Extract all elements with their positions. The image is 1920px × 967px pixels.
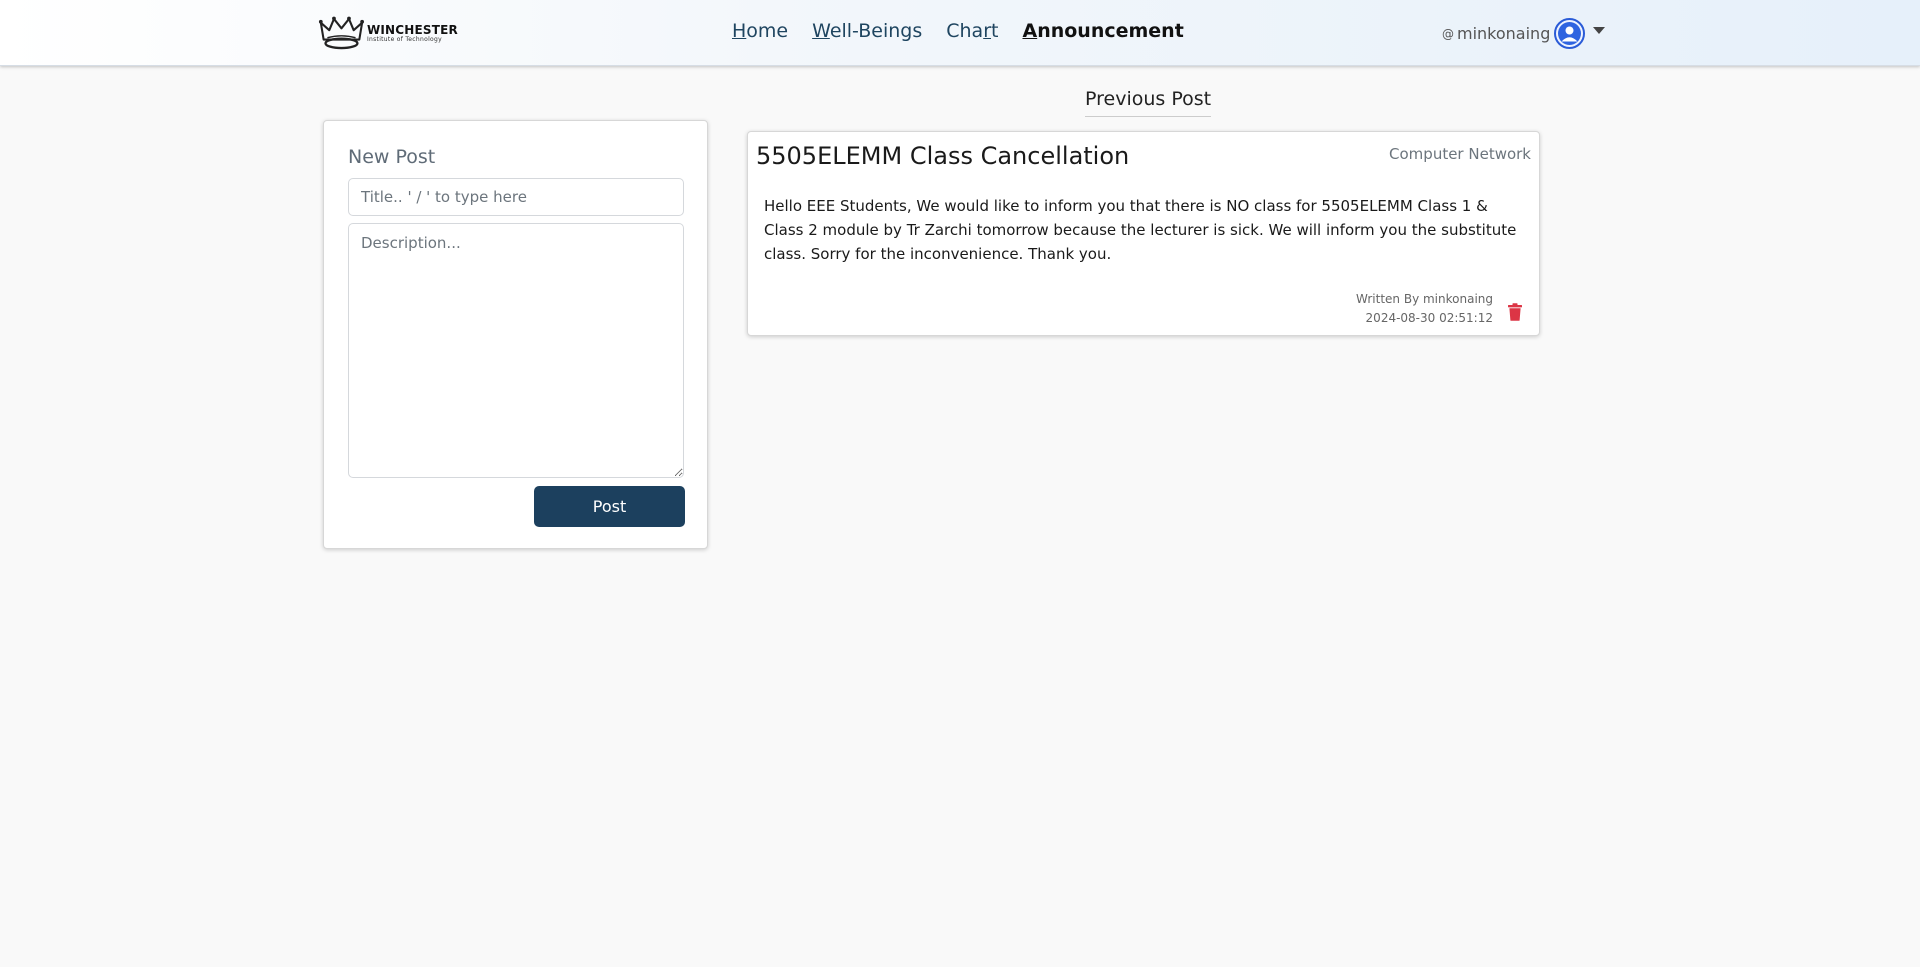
- post-card: 5505ELEMM Class Cancellation Computer Ne…: [747, 131, 1540, 336]
- chevron-down-icon[interactable]: [1593, 27, 1606, 34]
- nav-home[interactable]: Home: [732, 20, 788, 42]
- post-category: Computer Network: [1389, 145, 1531, 163]
- description-input[interactable]: [348, 223, 684, 478]
- top-navbar: WINCHESTER Institute of Technology Home …: [0, 0, 1920, 66]
- user-menu: @ minkonaing: [1442, 18, 1606, 49]
- trash-icon[interactable]: [1507, 303, 1523, 321]
- main-nav: Home Well-Beings Chart Announcement: [732, 20, 1184, 42]
- avatar[interactable]: [1554, 18, 1586, 49]
- new-post-card: New Post Post: [323, 120, 708, 549]
- nav-chart[interactable]: Chart: [946, 20, 998, 42]
- nav-announcement[interactable]: Announcement: [1022, 20, 1183, 42]
- username-label: minkonaing: [1457, 24, 1551, 43]
- post-title: 5505ELEMM Class Cancellation: [756, 142, 1130, 170]
- new-post-heading: New Post: [348, 146, 436, 168]
- brand-subtitle: Institute of Technology: [366, 35, 442, 43]
- post-body: Hello EEE Students, We would like to inf…: [764, 197, 1517, 263]
- previous-post-heading: Previous Post: [1085, 88, 1212, 117]
- title-input[interactable]: [348, 178, 684, 216]
- post-author: Written By minkonaing: [1356, 292, 1493, 306]
- nav-well-beings[interactable]: Well-Beings: [812, 20, 922, 42]
- post-button[interactable]: Post: [534, 486, 685, 527]
- post-meta: Written By minkonaing 2024-08-30 02:51:1…: [1356, 290, 1493, 328]
- at-icon: @: [1442, 26, 1454, 41]
- post-timestamp: 2024-08-30 02:51:12: [1365, 311, 1493, 325]
- crown-icon: [318, 16, 364, 50]
- brand-logo[interactable]: WINCHESTER Institute of Technology: [318, 14, 458, 52]
- user-icon: [1558, 22, 1582, 45]
- brand-name: WINCHESTER: [366, 22, 458, 37]
